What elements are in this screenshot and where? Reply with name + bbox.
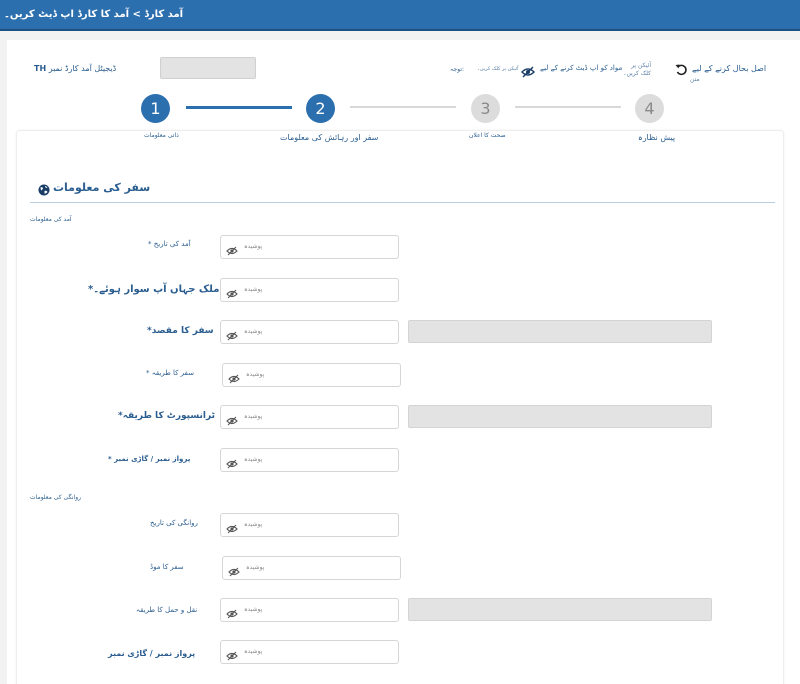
flight-number-label: * پرواز نمبر / گاڑی نمبر xyxy=(108,455,191,463)
hidden-eye-icon[interactable] xyxy=(226,412,238,426)
departure-flight-number-label: پرواز نمبر / گاڑی نمبر xyxy=(108,649,196,658)
step-3[interactable]: 3 xyxy=(471,94,500,123)
step-3-number: 3 xyxy=(480,99,491,118)
step-connector-3 xyxy=(515,106,621,108)
top-bar: آمد کارڈ > آمد کا کارڈ اپ ڈیٹ کریں۔ xyxy=(0,0,800,31)
travel-purpose-input[interactable]: پوشیدہ xyxy=(220,320,399,344)
step-2[interactable]: 2 xyxy=(306,94,335,123)
step-connector-2 xyxy=(350,106,456,108)
hidden-placeholder: پوشیدہ xyxy=(244,243,263,250)
transport-mode-input[interactable]: پوشیدہ xyxy=(220,405,399,429)
step-2-number: 2 xyxy=(315,99,326,118)
transport-mode-label: *ٹرانسپورٹ کا طریقہ xyxy=(118,411,215,421)
hidden-placeholder: پوشیدہ xyxy=(246,371,265,378)
section-divider xyxy=(30,202,775,203)
hidden-eye-icon[interactable] xyxy=(228,563,240,577)
hidden-placeholder: پوشیدہ xyxy=(246,564,265,571)
hidden-eye-icon[interactable] xyxy=(226,327,238,341)
hidden-eye-icon[interactable] xyxy=(226,520,238,534)
hidden-eye-icon[interactable] xyxy=(226,242,238,256)
departure-flight-number-input[interactable]: پوشیدہ xyxy=(220,640,399,664)
hidden-placeholder: پوشیدہ xyxy=(244,606,263,613)
step-4[interactable]: 4 xyxy=(635,94,664,123)
globe-icon xyxy=(38,181,50,196)
departure-date-label: روانگی کی تاریخ xyxy=(150,519,198,527)
title-text: ڈیجیٹل آمد کارڈ نمبر xyxy=(48,64,117,73)
undo-icon[interactable] xyxy=(675,61,688,76)
flight-number-input[interactable]: پوشیدہ xyxy=(220,448,399,472)
hidden-placeholder: پوشیدہ xyxy=(244,456,263,463)
travel-purpose-label: *سفر کا مقصد xyxy=(147,326,214,336)
travel-mode-label: سفر کا موڈ xyxy=(150,563,184,571)
hidden-placeholder: پوشیدہ xyxy=(244,521,263,528)
departure-date-input[interactable]: پوشیدہ xyxy=(220,513,399,537)
transport-method-value-field[interactable] xyxy=(408,598,712,621)
arrival-date-input[interactable]: پوشیدہ xyxy=(220,235,399,259)
click-icon-hint: آئیکن پر کلک کریں۔ xyxy=(477,66,519,72)
step-1[interactable]: 1 xyxy=(141,94,170,123)
click-icon-note: آئیکن پر کلک کریں۔ xyxy=(621,62,651,78)
transport-mode-value-field[interactable] xyxy=(408,405,712,428)
travel-purpose-value-field[interactable] xyxy=(408,320,712,343)
arrival-subheading: آمد کی معلومات xyxy=(30,216,72,223)
hidden-eye-icon[interactable] xyxy=(226,285,238,299)
update-content-label: مواد کو اپ ڈیٹ کرنے کے لیے xyxy=(540,64,623,72)
hidden-placeholder: پوشیدہ xyxy=(244,648,263,655)
hidden-placeholder: پوشیدہ xyxy=(244,413,263,420)
transport-method-label: نقل و حمل کا طریقہ xyxy=(136,606,198,614)
step-connector-1 xyxy=(186,106,292,109)
click-icon-line2: کلک کریں۔ xyxy=(622,70,651,77)
hidden-eye-icon[interactable] xyxy=(226,455,238,469)
travel-method-label: * سفر کا طریقہ xyxy=(146,369,194,377)
hidden-placeholder: پوشیدہ xyxy=(244,328,263,335)
boarding-country-label: *وہ ملک جہاں آپ سوار ہوئے۔ xyxy=(88,284,235,295)
departure-subheading: روانگی کی معلومات xyxy=(30,494,82,501)
note-label: توجہ: xyxy=(450,66,465,73)
travel-method-input[interactable]: پوشیدہ xyxy=(222,363,401,387)
section-title: سفر کی معلومات xyxy=(53,181,151,194)
breadcrumb[interactable]: آمد کارڈ > آمد کا کارڈ اپ ڈیٹ کریں۔ xyxy=(4,9,183,20)
hidden-eye-icon[interactable] xyxy=(226,647,238,661)
restore-sub: متن xyxy=(690,76,700,83)
hidden-eye-icon[interactable] xyxy=(228,370,240,384)
arrival-date-label: * آمد کی تاریخ xyxy=(148,240,191,248)
card-number-field[interactable] xyxy=(160,57,256,79)
title-code: TH xyxy=(34,64,47,73)
hidden-placeholder: پوشیدہ xyxy=(244,286,263,293)
step-1-number: 1 xyxy=(150,99,161,118)
restore-label[interactable]: اصل بحال کرنے کے لیے xyxy=(692,64,766,73)
hide-toggle-icon[interactable] xyxy=(521,63,535,78)
boarding-country-input[interactable]: پوشیدہ xyxy=(220,278,399,302)
click-icon-line1: آئیکن پر xyxy=(631,62,651,69)
page-title: TH ڈیجیٹل آمد کارڈ نمبر xyxy=(34,64,116,73)
step-4-number: 4 xyxy=(644,99,655,118)
transport-method-input[interactable]: پوشیدہ xyxy=(220,598,399,622)
travel-mode-input[interactable]: پوشیدہ xyxy=(222,556,401,580)
hidden-eye-icon[interactable] xyxy=(226,605,238,619)
